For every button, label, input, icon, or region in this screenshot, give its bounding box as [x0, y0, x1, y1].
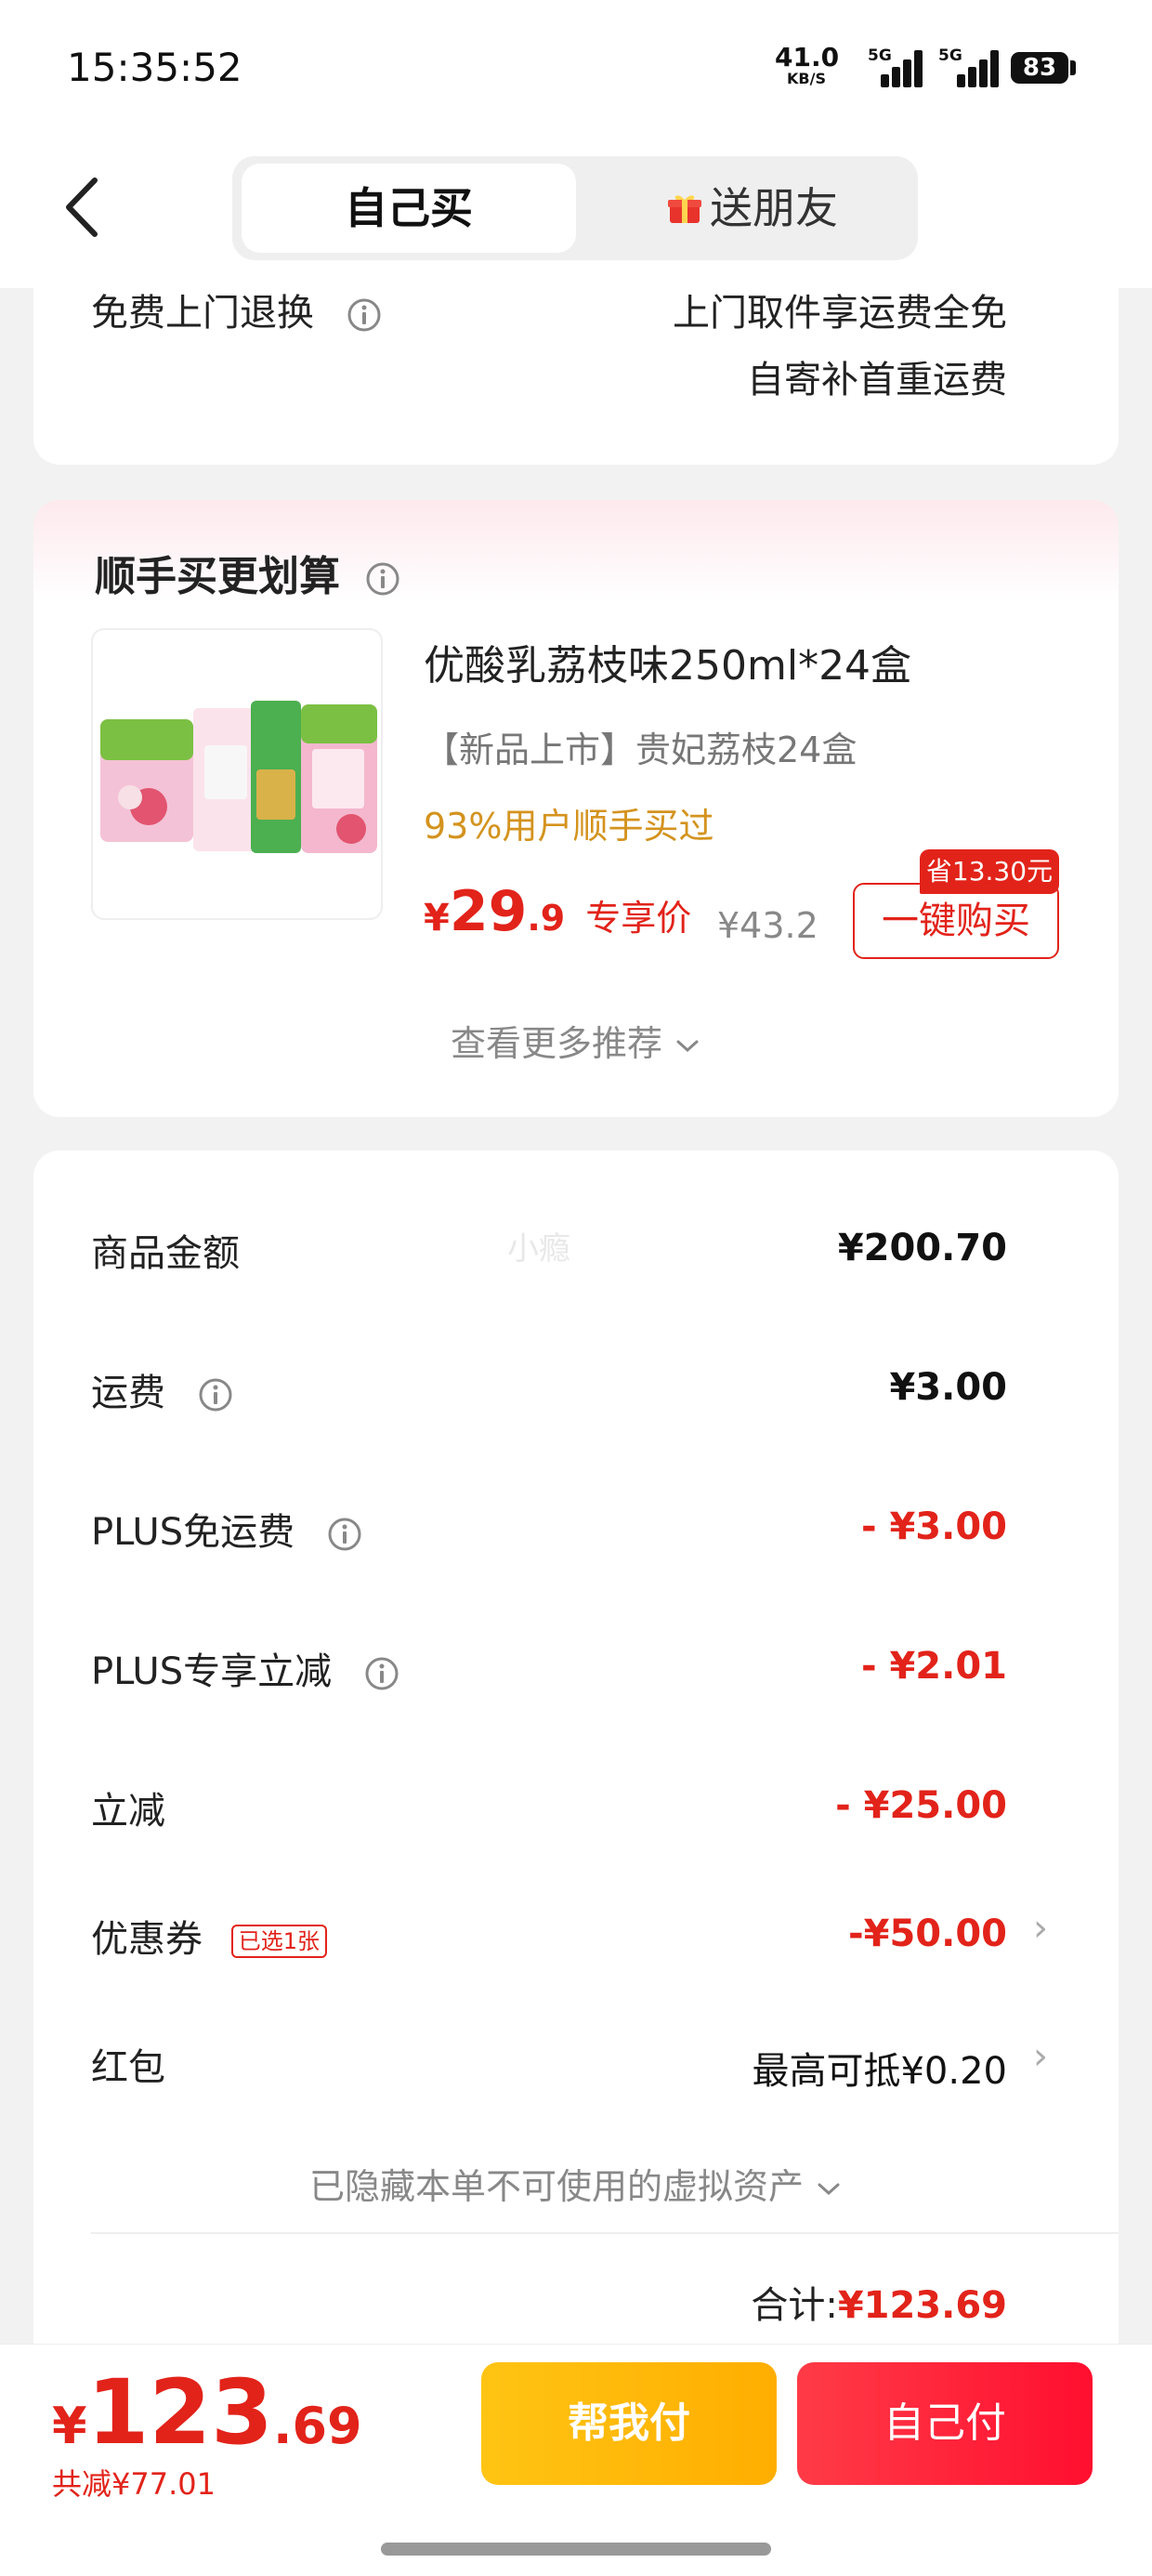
- chevron-right-icon[interactable]: ›: [1033, 1907, 1048, 1950]
- status-time: 15:35:52: [67, 45, 242, 90]
- divider: [91, 2232, 1119, 2234]
- return-service-line1: 上门取件享运费全免: [673, 292, 1007, 335]
- coupon-selected-tag: 已选1张: [230, 1925, 327, 1958]
- checkout-price-integer: 123: [86, 2360, 273, 2464]
- more-recommend-label: 查看更多推荐: [450, 1023, 662, 1064]
- chevron-down-icon: [676, 1040, 699, 1052]
- price-symbol: ¥: [424, 897, 450, 940]
- gift-icon: [668, 194, 701, 223]
- original-price: ¥43.2: [717, 905, 818, 946]
- summary-value-red-packet[interactable]: 最高可抵¥0.20: [752, 2041, 1007, 2095]
- pay-self-button[interactable]: 自己付: [797, 2362, 1093, 2485]
- tab-gift-label: 送朋友: [710, 183, 838, 233]
- summary-label-plus-free-shipping: PLUS免运费: [91, 1502, 362, 1556]
- summary-value-coupon[interactable]: -¥50.00: [848, 1912, 1007, 1955]
- order-total: 合计:¥123.69: [751, 2275, 1007, 2329]
- summary-value-plus-discount: - ¥2.01: [860, 1645, 1007, 1688]
- tab-buy-self[interactable]: 自己买: [242, 164, 576, 253]
- watermark-text: 小瘾: [507, 1230, 570, 1268]
- home-indicator[interactable]: [381, 2543, 771, 2556]
- summary-value-instant-discount: - ¥25.00: [835, 1784, 1007, 1827]
- recommend-title: 顺手买更划算: [95, 543, 400, 602]
- order-total-value: ¥123.69: [837, 2284, 1007, 2327]
- network-speed-unit: KB/S: [787, 70, 826, 87]
- save-badge: 省13.30元: [920, 849, 1059, 894]
- info-icon[interactable]: [198, 1377, 233, 1413]
- ask-friend-pay-button[interactable]: 帮我付: [481, 2362, 777, 2485]
- product-buy-rate: 93%用户顺手买过: [424, 806, 714, 847]
- checkout-price-decimal: .69: [272, 2397, 362, 2455]
- info-icon[interactable]: [365, 561, 400, 597]
- info-icon[interactable]: [347, 297, 382, 333]
- info-icon[interactable]: [327, 1517, 362, 1552]
- battery-tip: [1070, 60, 1076, 75]
- order-total-label: 合计:: [751, 2284, 838, 2327]
- summary-label-shipping-text: 运费: [91, 1372, 165, 1414]
- summary-label-coupon: 优惠券: [91, 1918, 203, 1961]
- summary-label-shipping: 运费: [91, 1362, 233, 1416]
- product-name[interactable]: 优酸乳荔枝味250ml*24盒: [424, 632, 911, 691]
- return-service-label: 免费上门退换: [91, 292, 314, 335]
- hidden-assets-label: 已隐藏本单不可使用的虚拟资产: [308, 2166, 804, 2207]
- price-label: 专享价: [585, 898, 692, 939]
- signal-2-icon: 5G: [929, 46, 1003, 87]
- product-subtitle: 【新品上市】贵妃荔枝24盒: [424, 729, 857, 770]
- summary-label-instant-discount: 立减: [91, 1790, 165, 1833]
- summary-value-shipping: ¥3.00: [889, 1366, 1007, 1409]
- info-icon[interactable]: [364, 1656, 399, 1691]
- hidden-assets-toggle[interactable]: 已隐藏本单不可使用的虚拟资产: [0, 2158, 1152, 2209]
- summary-label-red-packet: 红包: [91, 2046, 165, 2089]
- network-speed: 41.0 KB/S: [775, 42, 840, 87]
- product-price: ¥29.9 专享价: [424, 879, 691, 944]
- summary-label-plus-discount: PLUS专享立减: [91, 1641, 399, 1695]
- chevron-right-icon[interactable]: ›: [1033, 2035, 1048, 2078]
- chevron-down-icon: [818, 2183, 840, 2195]
- network-speed-value: 41.0: [775, 42, 840, 72]
- checkout-total-price: ¥123.69: [52, 2360, 362, 2464]
- battery-icon: 83: [1011, 52, 1068, 84]
- summary-label-plus-discount-text: PLUS专享立减: [91, 1650, 333, 1693]
- tab-gift-friend[interactable]: 送朋友: [595, 164, 910, 253]
- chevron-left-icon[interactable]: [58, 175, 113, 240]
- one-click-buy-button[interactable]: 一键购买: [853, 883, 1059, 959]
- checkout-saved-amount: 共减¥77.01: [52, 2466, 216, 2502]
- recommend-title-text: 顺手买更划算: [95, 553, 340, 600]
- yogurt-box-image: [100, 701, 377, 853]
- return-service-line2: 自寄补首重运费: [747, 359, 1007, 401]
- signal-1-icon: 5G: [855, 46, 923, 87]
- more-recommend-link[interactable]: 查看更多推荐: [0, 1015, 1152, 1066]
- price-integer: 29: [449, 879, 528, 944]
- summary-label-plus-free-shipping-text: PLUS免运费: [91, 1511, 295, 1554]
- summary-value-goods: ¥200.70: [837, 1227, 1007, 1269]
- product-image[interactable]: [91, 628, 383, 920]
- summary-value-plus-free-shipping: - ¥3.00: [860, 1505, 1007, 1548]
- price-decimal: .9: [527, 898, 566, 939]
- checkout-price-symbol: ¥: [52, 2397, 87, 2455]
- summary-row-coupon[interactable]: 优惠券 已选1张: [91, 1909, 327, 1963]
- summary-label-goods: 商品金额: [91, 1232, 240, 1275]
- return-service-row: 免费上门退换: [91, 283, 382, 336]
